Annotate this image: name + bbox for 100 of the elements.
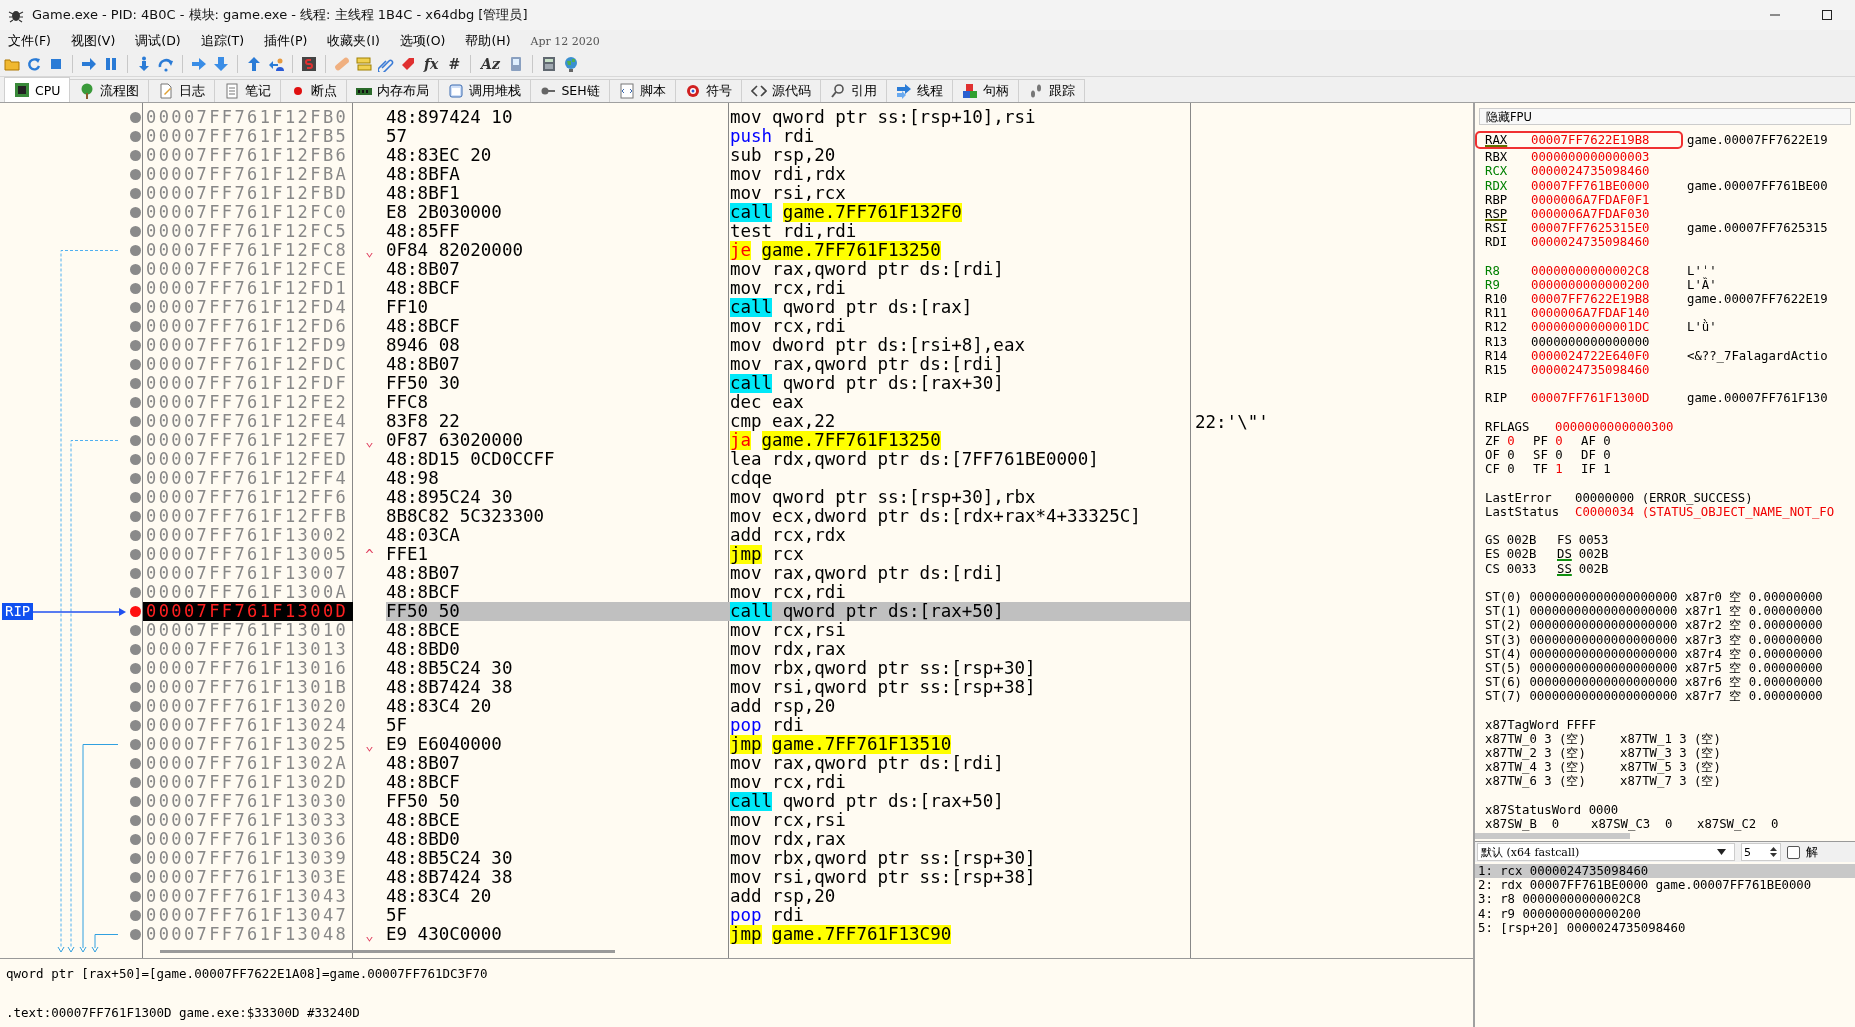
flag-value[interactable]: 0	[1507, 448, 1515, 463]
menu-item[interactable]: 选项(O)	[399, 32, 446, 50]
register-value[interactable]: 0000000000000000	[1531, 334, 1673, 349]
address: 00007FF761F13025	[145, 735, 350, 754]
tab[interactable]: 日志	[148, 79, 216, 102]
register-value[interactable]: 00007FF7622E19B8	[1531, 292, 1673, 307]
address: 00007FF761F12FD9	[145, 336, 350, 355]
flag-value[interactable]: 0	[1555, 433, 1563, 448]
instruction: add rsp,20	[730, 887, 836, 906]
flag-value[interactable]: 1	[1603, 462, 1611, 477]
flag-value[interactable]: 1	[1555, 462, 1563, 477]
flag-value[interactable]: 0	[1603, 433, 1611, 448]
register-value[interactable]: 0000000000000003	[1531, 150, 1673, 165]
error-code: C0000034 (STATUS_OBJECT_NAME_NOT_FO	[1575, 504, 1835, 520]
segment-value[interactable]: 002B	[1506, 533, 1537, 548]
instruction: mov rbx,qword ptr ss:[rsp+30]	[730, 659, 1037, 678]
instruction: jmp game.7FF761F13C90	[730, 925, 953, 944]
argument-line[interactable]: 3: r8 00000000000002C8	[1475, 892, 1855, 907]
argument-line[interactable]: 5: [rsp+20] 0000024735098460	[1475, 920, 1855, 935]
segment-value[interactable]: 002B	[1578, 561, 1609, 576]
register-value[interactable]: 00000000000002C8	[1531, 263, 1673, 278]
menu-item[interactable]: 视图(V)	[70, 32, 116, 50]
status-entry: x87SW_B 0	[1485, 817, 1561, 832]
register-value[interactable]: 00007FF7622E19B8	[1531, 133, 1673, 148]
instruction: lea rdx,qword ptr ds:[7FF761BE0000]	[730, 450, 1100, 469]
register-name: R14	[1485, 348, 1509, 363]
jump-marker: ⌄	[365, 432, 374, 449]
instruction: add rcx,rdx	[730, 526, 847, 545]
instruction: add rsp,20	[730, 697, 836, 716]
menu-item[interactable]: 帮助(H)	[465, 32, 511, 50]
fpu-register-line: ST(2) 00000000000000000000 x87r2 空 0.00000000	[1485, 618, 1824, 633]
bytes: FFE1	[386, 545, 430, 564]
tab[interactable]: 脚本	[608, 79, 676, 102]
register-name: R12	[1485, 320, 1509, 335]
register-value[interactable]: 0000000000000200	[1531, 277, 1673, 293]
argument-count-spinner[interactable]: 5	[1741, 843, 1781, 861]
register-value[interactable]: 0000006A7FDAF140	[1531, 306, 1673, 321]
convention-dropdown[interactable]: 默认 (x64 fastcall)	[1477, 843, 1735, 861]
register-value[interactable]: 0000000000000300	[1555, 419, 1674, 434]
register-value[interactable]: 0000024735098460	[1531, 363, 1673, 378]
menu-item[interactable]: 追踪(T)	[200, 32, 245, 50]
flag-value[interactable]: 0	[1603, 448, 1611, 463]
flag-value[interactable]: 0	[1555, 448, 1563, 463]
tag-entry: x87TW_6 3 (空)	[1485, 774, 1587, 789]
segment-value[interactable]: 002B	[1506, 547, 1537, 562]
flag-value[interactable]: 0	[1507, 462, 1515, 477]
register-comment: L'ǜ'	[1687, 320, 1717, 335]
segment-value[interactable]: 0033	[1506, 561, 1537, 576]
address: 00007FF761F12FE4	[145, 412, 350, 431]
tag-entry: x87TW_0 3 (空)	[1485, 731, 1587, 747]
register-value[interactable]: 0000024735098460	[1531, 235, 1673, 250]
register-name: RSP	[1485, 206, 1509, 222]
register-value[interactable]: 0000024735098460	[1531, 164, 1673, 179]
fpu-register-line: ST(6) 00000000000000000000 x87r6 空 0.00000000	[1485, 675, 1824, 690]
toolbar-glyph[interactable]: Aᴢ	[479, 56, 502, 72]
register-comment: game.00007FF761BE00	[1687, 178, 1828, 193]
instruction: mov rsi,qword ptr ss:[rsp+38]	[730, 678, 1037, 697]
register-value[interactable]: 00007FF761F1300D	[1531, 391, 1673, 406]
address: 00007FF761F12FD6	[145, 317, 350, 336]
tag-entry: x87TW_1 3 (空)	[1620, 731, 1722, 747]
argument-line[interactable]: 2: rdx 00007FF761BE0000 game.00007FF761BE0000	[1475, 878, 1855, 893]
toolbar-glyph[interactable]: #	[446, 56, 463, 72]
menu-item[interactable]: 文件(F)	[8, 32, 51, 50]
register-value[interactable]: 0000006A7FDAF0F1	[1531, 192, 1673, 207]
tab[interactable]: 流程图	[69, 79, 150, 102]
bytes: 48:8B5C24 30	[386, 849, 514, 868]
register-value[interactable]: 00000000000001DC	[1531, 320, 1673, 335]
bytes: E9 430C0000	[386, 925, 503, 944]
info-line: qword ptr [rax+50]=[game.00007FF7622E1A08]=game.00007FF761DC3F70	[6, 966, 489, 981]
segment-value[interactable]: 0053	[1578, 533, 1609, 548]
menu-item[interactable]: 调试(D)	[135, 32, 181, 50]
address: 00007FF761F12FB0	[145, 108, 350, 127]
tab[interactable]: 跟踪	[1017, 79, 1085, 102]
tab[interactable]: 笔记	[214, 79, 282, 102]
address: 00007FF761F13020	[145, 697, 350, 716]
address: 00007FF761F12FDC	[145, 355, 350, 374]
register-value[interactable]: 00007FF7625315E0	[1531, 221, 1673, 236]
menu-item[interactable]: 插件(P)	[264, 32, 308, 50]
bytes: 48:8B7424 38	[386, 678, 514, 697]
register-name: R11	[1485, 306, 1509, 321]
register-value[interactable]: 00007FF761BE0000	[1531, 178, 1673, 193]
instruction: jmp rcx	[730, 545, 805, 564]
fpu-register-line: ST(4) 00000000000000000000 x87r4 空 0.00000000	[1485, 646, 1824, 661]
register-value[interactable]: 0000006A7FDAF030	[1531, 206, 1673, 222]
tab[interactable]: 线程	[885, 79, 953, 102]
tab[interactable]: CPU	[4, 77, 71, 102]
status-entry: x87SW_C2 0	[1697, 817, 1780, 832]
hide-fpu-button[interactable]: 隐藏FPU	[1479, 108, 1851, 125]
menu-item[interactable]: 收藏夹(I)	[327, 32, 380, 50]
bytes: 48:8D15 0CD0CCFF	[386, 450, 556, 469]
register-name: R15	[1485, 363, 1509, 378]
segment-value[interactable]: 002B	[1578, 547, 1609, 562]
bytes: 48:8B07	[386, 260, 461, 279]
argument-line[interactable]: 4: r9 0000000000000200	[1475, 906, 1855, 921]
instruction: dec eax	[730, 393, 804, 412]
segment-name: CS	[1485, 561, 1500, 576]
flag-value[interactable]: 0	[1507, 433, 1515, 448]
jump-marker: ⌄	[365, 242, 374, 259]
register-value[interactable]: 0000024722E640F0	[1531, 348, 1673, 363]
toolbar-glyph[interactable]: fx	[422, 56, 441, 72]
